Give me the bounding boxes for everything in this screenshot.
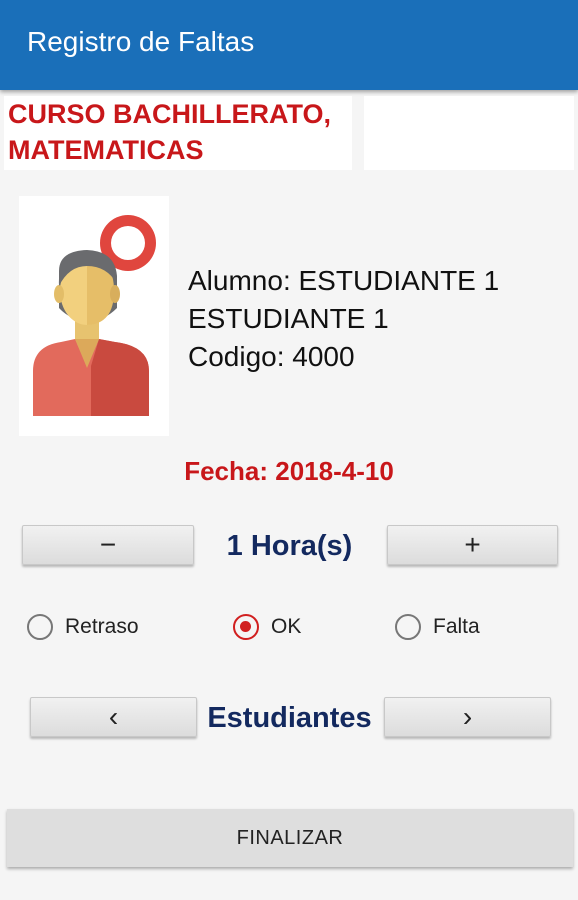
- radio-circle-falta[interactable]: [395, 614, 421, 640]
- student-avatar-card: [19, 196, 169, 436]
- student-name: Alumno: ESTUDIANTE 1: [188, 265, 500, 296]
- decrease-hours-button[interactable]: −: [22, 525, 194, 565]
- previous-student-button[interactable]: ‹: [30, 697, 197, 737]
- radio-label-retraso: Retraso: [65, 615, 139, 638]
- course-background-right: [364, 96, 574, 170]
- app-bar: Registro de Faltas: [0, 0, 578, 90]
- students-label: Estudiantes: [207, 702, 372, 734]
- app-title: Registro de Faltas: [27, 26, 255, 57]
- radio-circle-ok[interactable]: [233, 614, 259, 640]
- student-avatar-icon: [33, 215, 156, 416]
- student-code: Codigo: 4000: [188, 341, 355, 372]
- radio-label-falta: Falta: [433, 615, 480, 638]
- course-title: CURSO BACHILLERATO, MATEMATICAS: [8, 99, 331, 165]
- student-name-continued: ESTUDIANTE 1: [188, 303, 389, 334]
- finalizar-button[interactable]: FINALIZAR: [7, 809, 573, 867]
- chevron-left-icon: ‹: [108, 701, 119, 732]
- radio-label-ok: OK: [271, 615, 302, 638]
- radio-circle-retraso[interactable]: [27, 614, 53, 640]
- chevron-right-icon: ›: [462, 701, 473, 732]
- minus-icon: −: [99, 529, 117, 560]
- student-info: Alumno: ESTUDIANTE 1 ESTUDIANTE 1 Codigo…: [188, 262, 499, 376]
- radio-falta[interactable]: Falta: [395, 614, 480, 640]
- radio-retraso[interactable]: Retraso: [27, 614, 139, 640]
- date-label: Fecha: 2018-4-10: [184, 456, 394, 486]
- radio-ok[interactable]: OK: [233, 614, 301, 640]
- next-student-button[interactable]: ›: [384, 697, 551, 737]
- increase-hours-button[interactable]: +: [387, 525, 558, 565]
- hours-value: 1 Hora(s): [226, 530, 353, 562]
- plus-icon: +: [464, 529, 481, 560]
